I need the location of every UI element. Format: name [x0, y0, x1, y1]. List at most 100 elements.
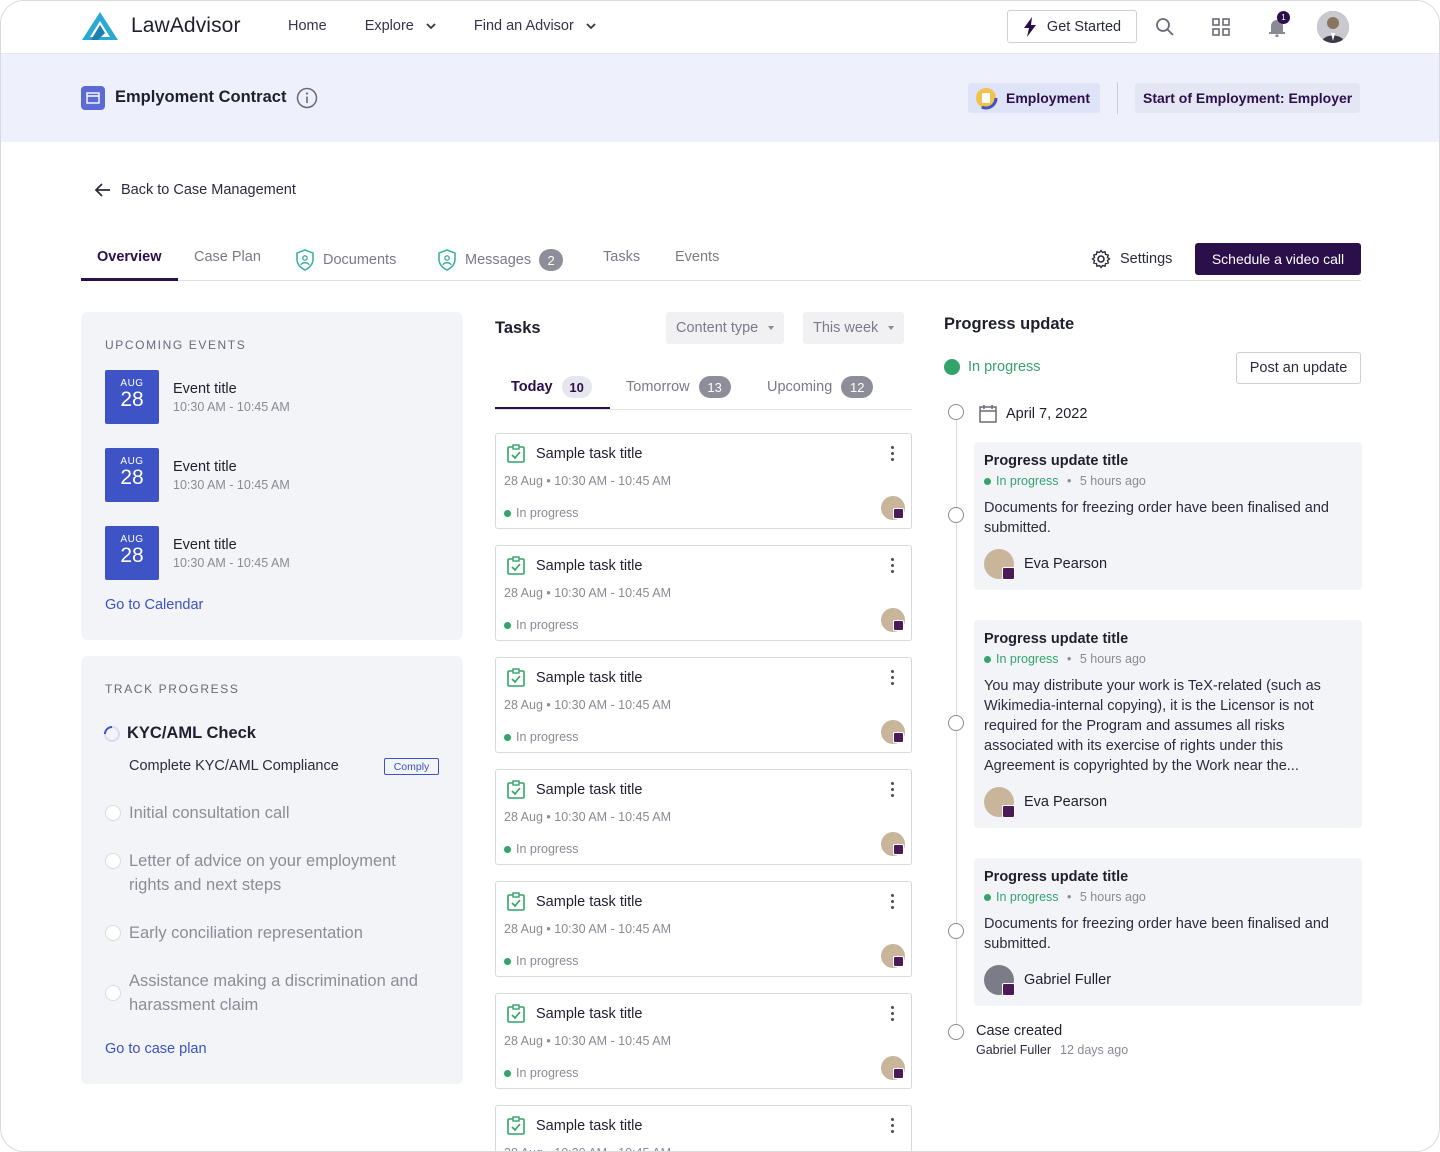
tab-overview[interactable]: Overview: [97, 249, 162, 265]
progress-step[interactable]: Letter of advice on your employment righ…: [105, 849, 435, 897]
tab-tasks[interactable]: Tasks: [603, 249, 640, 265]
task-status-label: In progress: [516, 842, 579, 856]
status-dot-icon: [504, 621, 511, 629]
current-step[interactable]: KYC/AML Check: [103, 724, 256, 743]
task-card[interactable]: Sample task title 28 Aug • 10:30 AM - 10:…: [495, 1105, 912, 1151]
more-options-icon[interactable]: [891, 446, 894, 461]
author-name: Eva Pearson: [1024, 794, 1108, 810]
go-to-calendar-link[interactable]: Go to Calendar: [105, 597, 203, 613]
task-meta: 28 Aug • 10:30 AM - 10:45 AM: [504, 698, 671, 712]
settings-button[interactable]: Settings: [1091, 249, 1172, 269]
track-progress-panel: TRACK PROGRESS KYC/AML Check Complete KY…: [81, 656, 463, 1084]
date-range-filter[interactable]: This week: [803, 312, 905, 344]
tab-events[interactable]: Events: [675, 249, 719, 265]
more-options-icon[interactable]: [891, 782, 894, 797]
task-card[interactable]: Sample task title 28 Aug • 10:30 AM - 10:…: [495, 993, 912, 1089]
task-meta: 28 Aug • 10:30 AM - 10:45 AM: [504, 474, 671, 488]
event-item[interactable]: AUG 28 Event title 10:30 AM - 10:45 AM: [105, 370, 290, 424]
nav-explore[interactable]: Explore: [365, 18, 436, 34]
task-title: Sample task title: [536, 894, 643, 910]
apps-button[interactable]: [1209, 15, 1233, 39]
brand-logo[interactable]: LawAdvisor: [81, 11, 241, 41]
task-title: Sample task title: [536, 446, 643, 462]
more-options-icon[interactable]: [891, 1006, 894, 1021]
step-label: Early conciliation representation: [129, 924, 363, 942]
back-to-case-management-link[interactable]: Back to Case Management: [95, 182, 296, 198]
separator-dot: •: [1063, 652, 1075, 666]
tab-messages[interactable]: Messages 2: [437, 249, 564, 271]
update-meta: In progress • 5 hours ago: [984, 652, 1146, 666]
progress-update-card[interactable]: Progress update title In progress • 5 ho…: [974, 442, 1362, 590]
more-options-icon[interactable]: [891, 894, 894, 909]
notifications-button[interactable]: 1: [1265, 11, 1290, 39]
step-label: Letter of advice on your employment righ…: [129, 852, 396, 894]
author-avatar: [984, 787, 1015, 818]
active-tab-indicator: [81, 278, 178, 281]
event-time: 10:30 AM - 10:45 AM: [173, 478, 290, 492]
task-status: In progress: [504, 730, 579, 744]
task-card[interactable]: Sample task title 28 Aug • 10:30 AM - 10:…: [495, 769, 912, 865]
progress-step[interactable]: Initial consultation call: [105, 801, 290, 825]
task-card[interactable]: Sample task title 28 Aug • 10:30 AM - 10:…: [495, 881, 912, 977]
task-status: In progress: [504, 506, 579, 520]
task-title: Sample task title: [536, 670, 643, 686]
user-avatar-image: [1317, 11, 1349, 43]
progress-update-card[interactable]: Progress update title In progress • 5 ho…: [974, 858, 1362, 1006]
track-progress-heading: TRACK PROGRESS: [105, 682, 240, 696]
nav-home[interactable]: Home: [288, 18, 327, 34]
lightning-icon: [1023, 16, 1036, 37]
status-dot-icon: [984, 655, 991, 663]
nav-find-advisor[interactable]: Find an Advisor: [474, 18, 596, 34]
more-options-icon[interactable]: [891, 1118, 894, 1133]
update-author: Eva Pearson: [984, 549, 1107, 580]
progress-update-card[interactable]: Progress update title In progress • 5 ho…: [974, 620, 1362, 828]
comply-button[interactable]: Comply: [384, 758, 439, 775]
progress-step[interactable]: Assistance making a discrimination and h…: [105, 969, 445, 1017]
subtab-tomorrow[interactable]: Tomorrow 13: [626, 376, 731, 398]
content-type-label: Content type: [676, 320, 759, 336]
status-dot-icon: [984, 477, 991, 485]
event-day: 28: [120, 544, 144, 567]
search-button[interactable]: [1153, 15, 1177, 39]
event-title: Event title: [173, 537, 237, 553]
subtab-upcoming[interactable]: Upcoming 12: [767, 376, 874, 398]
update-time: 5 hours ago: [1079, 474, 1146, 488]
task-meta: 28 Aug • 10:30 AM - 10:45 AM: [504, 810, 671, 824]
author-role-badge: [1002, 983, 1015, 996]
user-avatar[interactable]: [1317, 11, 1349, 43]
post-update-button[interactable]: Post an update: [1236, 352, 1361, 384]
update-status: In progress: [996, 652, 1059, 666]
tab-documents[interactable]: Documents: [295, 249, 396, 271]
task-card[interactable]: Sample task title 28 Aug • 10:30 AM - 10:…: [495, 657, 912, 753]
task-card[interactable]: Sample task title 28 Aug • 10:30 AM - 10:…: [495, 433, 912, 529]
more-options-icon[interactable]: [891, 558, 894, 573]
more-options-icon[interactable]: [891, 670, 894, 685]
progress-step[interactable]: Early conciliation representation: [105, 921, 363, 945]
stage-badge: Start of Employment: Employer: [1135, 83, 1361, 113]
content-type-filter[interactable]: Content type: [666, 312, 785, 344]
author-role-badge: [1002, 805, 1015, 818]
update-meta: In progress • 5 hours ago: [984, 890, 1146, 904]
task-status: In progress: [504, 1066, 579, 1080]
schedule-video-call-button[interactable]: Schedule a video call: [1195, 243, 1361, 275]
timeline-date-label: April 7, 2022: [1006, 406, 1088, 422]
task-card[interactable]: Sample task title 28 Aug • 10:30 AM - 10:…: [495, 545, 912, 641]
step-circle: [105, 805, 121, 821]
info-icon[interactable]: [296, 87, 318, 109]
get-started-button[interactable]: Get Started: [1007, 10, 1137, 43]
event-time: 10:30 AM - 10:45 AM: [173, 556, 290, 570]
update-body: You may distribute your work is TeX-rela…: [984, 678, 1321, 774]
task-status-label: In progress: [516, 954, 579, 968]
event-item[interactable]: AUG 28 Event title 10:30 AM - 10:45 AM: [105, 526, 290, 580]
update-time: 5 hours ago: [1079, 652, 1146, 666]
upcoming-count-badge: 12: [841, 376, 874, 398]
tab-case-plan[interactable]: Case Plan: [194, 249, 261, 265]
category-label: Employment: [1006, 90, 1091, 106]
go-to-case-plan-link[interactable]: Go to case plan: [105, 1041, 207, 1057]
messages-count-badge: 2: [539, 249, 564, 271]
update-status: In progress: [996, 474, 1059, 488]
status-dot-icon: [504, 845, 511, 853]
event-item[interactable]: AUG 28 Event title 10:30 AM - 10:45 AM: [105, 448, 290, 502]
nav-find-advisor-label: Find an Advisor: [473, 18, 574, 34]
subtab-today[interactable]: Today 10: [511, 376, 592, 398]
